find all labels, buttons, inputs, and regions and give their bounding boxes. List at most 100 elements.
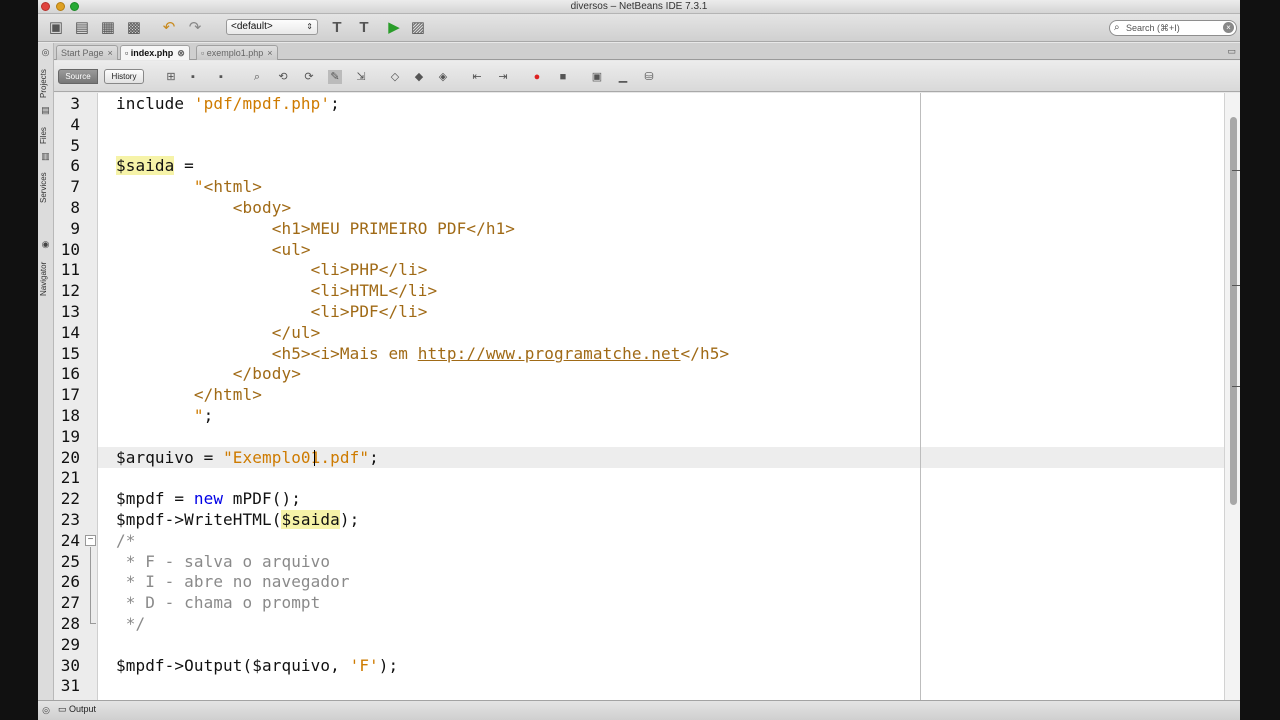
new-project-icon[interactable]: ▤ xyxy=(72,18,92,38)
code-token: <h5><i>Mais em xyxy=(116,343,418,363)
code-token: <ul> xyxy=(116,239,311,259)
code-line: <ul> xyxy=(116,239,311,260)
next-bookmark-icon[interactable]: ◆ xyxy=(412,70,426,84)
projects-icon[interactable]: ◎ xyxy=(40,47,51,58)
stop-macro-icon[interactable]: ■ xyxy=(556,70,570,84)
undo-icon[interactable]: ↶ xyxy=(159,18,179,38)
clear-search-icon[interactable]: × xyxy=(1223,22,1234,33)
tab-exemplo1-php[interactable]: ▫ exemplo1.php × xyxy=(196,45,278,60)
code-token: ; xyxy=(203,406,214,425)
run-icon[interactable]: ▶ xyxy=(384,18,404,38)
last-edit-icon[interactable]: ⊞ xyxy=(164,70,178,84)
code-editor[interactable]: 3 include 'pdf/mpdf.php'; 4 5 6 $saida = 7 "<h… xyxy=(54,93,1224,700)
build-icon[interactable]: T xyxy=(354,18,374,38)
tab-list-icon[interactable]: ▭ xyxy=(1227,46,1236,57)
tab-index-php[interactable]: ▫ index.php ⊗ xyxy=(120,45,190,60)
code-token: $arquivo = xyxy=(116,447,224,467)
code-token: $mpdf = xyxy=(116,489,194,509)
code-line: /* xyxy=(116,530,135,551)
search-input[interactable]: ⌕ Search (⌘+I) × xyxy=(1109,20,1237,36)
source-view-button[interactable]: Source xyxy=(58,69,98,84)
close-window-button[interactable] xyxy=(41,2,50,11)
chevron-updown-icon: ⇕ xyxy=(306,22,313,31)
find-previous-icon[interactable]: ⟲ xyxy=(276,70,290,84)
code-token: <body> xyxy=(116,198,292,217)
services-icon[interactable]: ▥ xyxy=(40,151,51,162)
open-project-icon[interactable]: ▦ xyxy=(98,18,118,38)
code-token: <li>PHP</li> xyxy=(116,260,428,280)
uncomment-icon[interactable]: ▁ xyxy=(616,70,630,84)
history-view-button[interactable]: History xyxy=(104,69,144,84)
start-macro-icon[interactable]: ● xyxy=(530,70,544,84)
toggle-bookmark-icon[interactable]: ◈ xyxy=(436,70,450,84)
title-bar: diversos – NetBeans IDE 7.3.1 xyxy=(38,0,1240,14)
code-token: http://www.programatche.net xyxy=(417,343,681,363)
screen-border-left xyxy=(0,0,38,720)
toggle-rect-selection-icon[interactable]: ⇲ xyxy=(354,70,368,84)
scrollbar-thumb[interactable] xyxy=(1230,117,1237,505)
code-token: saida xyxy=(125,156,175,176)
close-tab-icon[interactable]: ⊗ xyxy=(177,48,185,58)
code-line: <li>PHP</li> xyxy=(116,259,428,280)
line-number: 26 xyxy=(60,572,80,592)
fold-guide xyxy=(90,547,91,623)
redo-icon[interactable]: ↷ xyxy=(185,18,205,38)
configuration-select[interactable]: <default> ⇕ xyxy=(226,19,318,35)
code-token: <li>HTML</li> xyxy=(116,281,438,301)
side-tab-files[interactable]: Files xyxy=(39,123,53,149)
shift-left-icon[interactable]: ⇤ xyxy=(470,70,484,84)
find-next-icon[interactable]: ⟳ xyxy=(302,70,316,84)
debug-icon[interactable]: ▨ xyxy=(408,18,428,38)
code-token: </html> xyxy=(116,385,262,405)
scroll-marker xyxy=(1232,285,1240,286)
line-number: 28 xyxy=(60,614,80,633)
vertical-scrollbar[interactable] xyxy=(1224,93,1240,700)
navigator-icon[interactable]: ◉ xyxy=(40,239,51,250)
side-tab-projects[interactable]: Projects xyxy=(39,65,53,103)
code-line: */ xyxy=(116,613,145,634)
output-tab[interactable]: ▭ Output xyxy=(58,704,96,715)
side-tab-navigator[interactable]: Navigator xyxy=(39,257,53,301)
line-number: 6 xyxy=(70,156,80,176)
code-token: " xyxy=(116,406,204,425)
close-tab-icon[interactable]: × xyxy=(267,48,272,58)
forward-icon[interactable]: ▪ xyxy=(214,70,228,84)
code-token: </ul> xyxy=(116,322,321,342)
line-number: 10 xyxy=(60,239,80,259)
output-label: Output xyxy=(69,704,97,714)
line-number: 5 xyxy=(70,135,80,155)
back-icon[interactable]: ▪ xyxy=(186,70,200,84)
save-all-icon[interactable]: ▩ xyxy=(124,18,144,38)
comment-icon[interactable]: ▣ xyxy=(590,70,604,84)
tab-start-page[interactable]: Start Page × xyxy=(56,45,118,60)
new-file-icon[interactable]: ▣ xyxy=(46,18,66,38)
toggle-highlight-icon[interactable]: ✎ xyxy=(328,70,342,84)
code-token: $ xyxy=(116,156,126,176)
fold-toggle-icon[interactable]: − xyxy=(85,535,96,546)
prev-bookmark-icon[interactable]: ◇ xyxy=(388,70,402,84)
code-token: "Exemplo01.pdf" xyxy=(223,447,370,467)
line-number: 13 xyxy=(60,302,80,321)
scroll-marker xyxy=(1232,386,1240,387)
files-icon[interactable]: ▤ xyxy=(40,105,51,116)
code-token: ; xyxy=(330,94,340,113)
tab-label: Start Page xyxy=(61,48,104,58)
line-number: 20 xyxy=(60,447,80,467)
clean-build-icon[interactable]: T xyxy=(327,18,347,38)
line-number: 27 xyxy=(60,593,80,613)
database-icon[interactable]: ⛁ xyxy=(642,70,656,84)
line-number: 16 xyxy=(60,364,80,384)
shift-right-icon[interactable]: ⇥ xyxy=(496,70,510,84)
main-toolbar: ▣ ▤ ▦ ▩ ↶ ↷ <default> ⇕ T T ▶ ▨ ⌕ Search… xyxy=(38,14,1240,42)
line-number: 9 xyxy=(70,218,80,238)
zoom-window-button[interactable] xyxy=(70,2,79,11)
ide-window: diversos – NetBeans IDE 7.3.1 ▣ ▤ ▦ ▩ ↶ … xyxy=(38,0,1240,720)
code-token: <html> xyxy=(203,177,263,197)
close-tab-icon[interactable]: × xyxy=(108,48,113,58)
code-line: <li>PDF</li> xyxy=(116,301,428,322)
side-tab-services[interactable]: Services xyxy=(39,169,53,207)
minimize-window-button[interactable] xyxy=(56,2,65,11)
line-number: 23 xyxy=(60,510,80,529)
notifications-icon[interactable]: ◎ xyxy=(41,705,51,715)
find-selection-icon[interactable]: ⌕ xyxy=(250,70,264,84)
